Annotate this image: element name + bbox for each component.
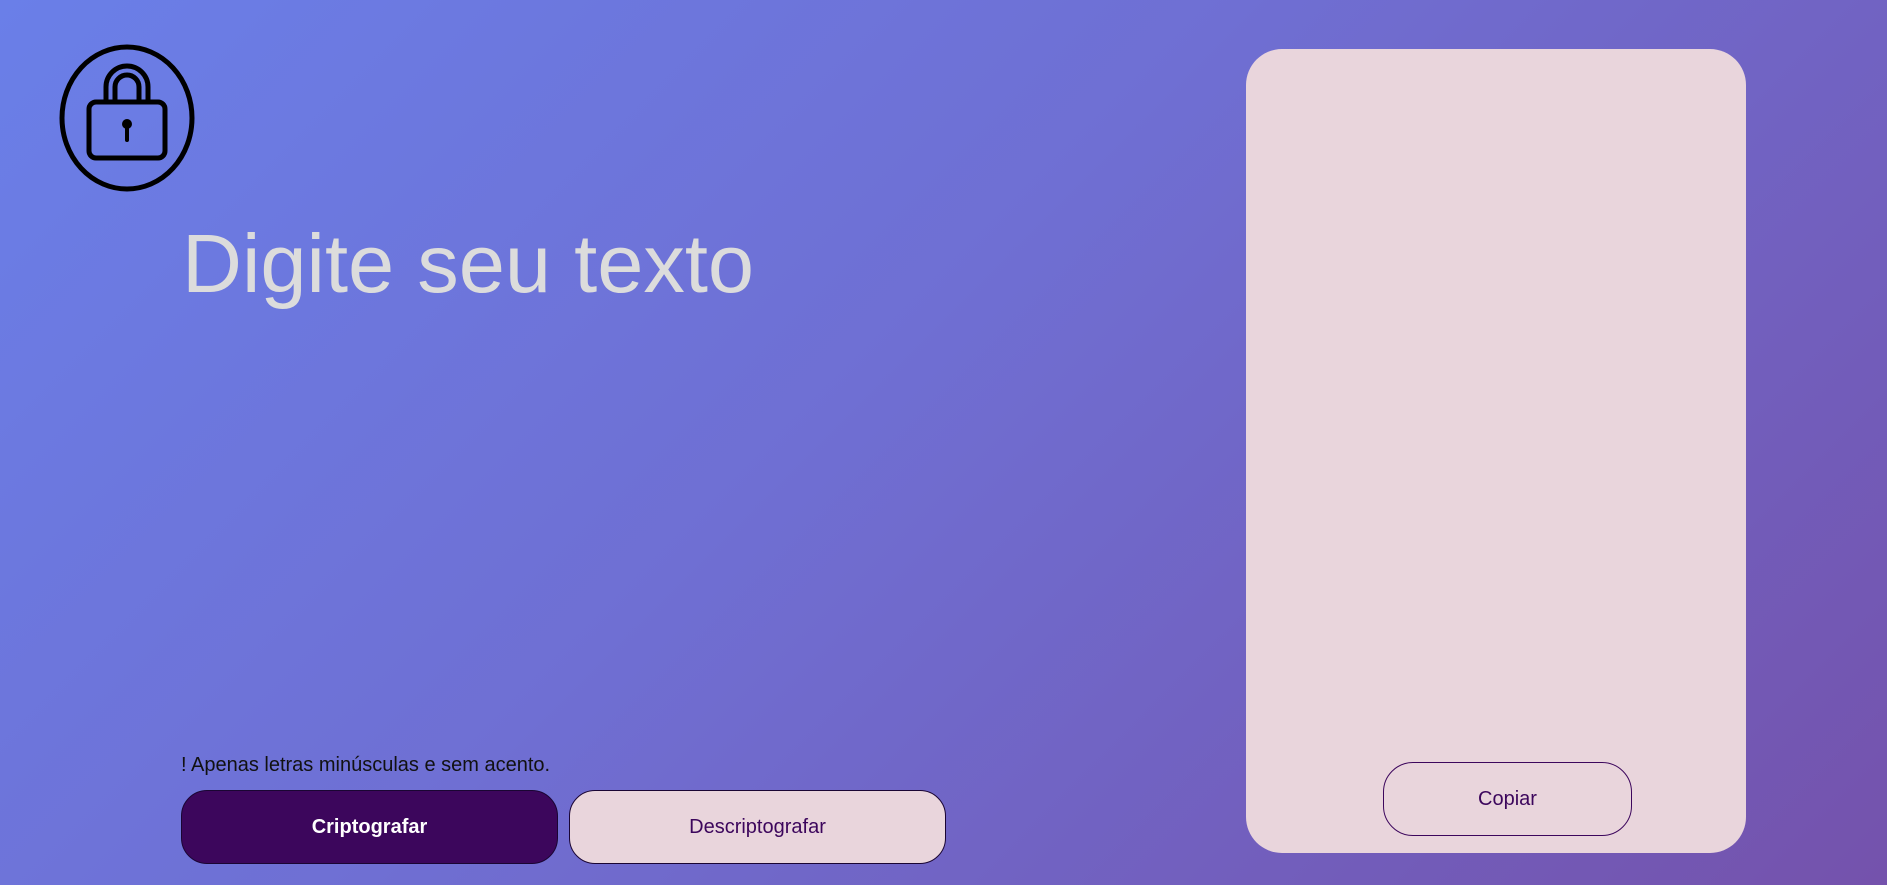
text-input[interactable] [182,218,1042,718]
output-panel: Copiar [1246,49,1746,853]
copy-button[interactable]: Copiar [1383,762,1632,836]
lock-icon [59,44,195,192]
decrypt-button[interactable]: Descriptografar [569,790,946,864]
input-hint: ! Apenas letras minúsculas e sem acento. [181,754,550,777]
hint-text: ! Apenas letras minúsculas e sem acento. [181,754,551,776]
encrypt-button[interactable]: Criptografar [181,790,558,864]
